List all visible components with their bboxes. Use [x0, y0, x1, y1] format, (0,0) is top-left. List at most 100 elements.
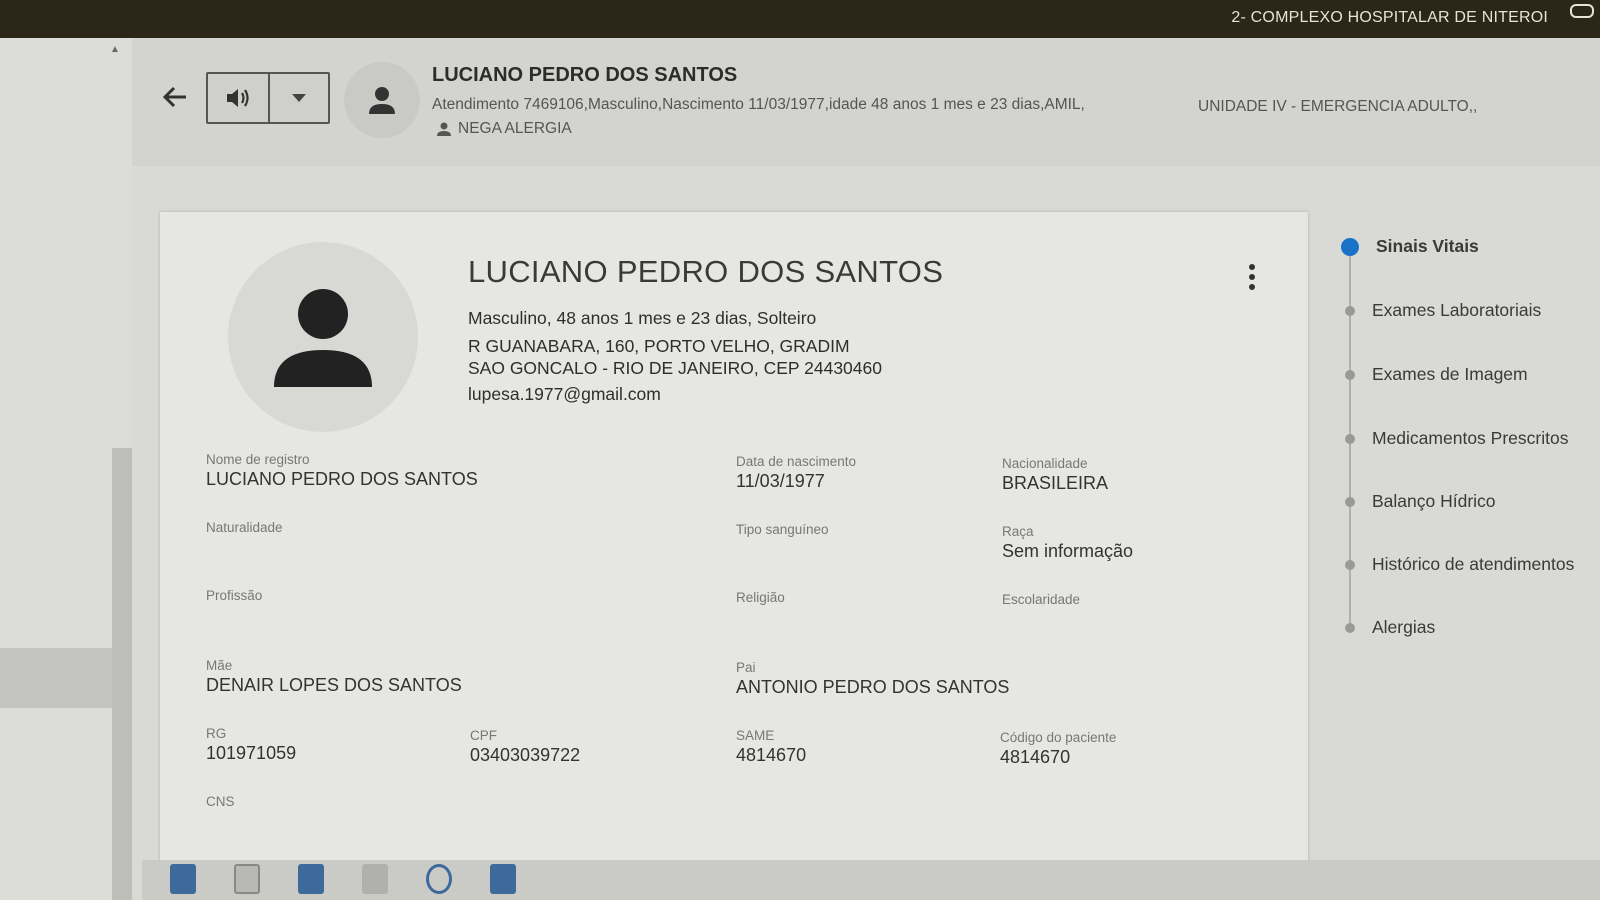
field-cns: CNS — [206, 794, 235, 811]
field-label: CPF — [470, 728, 497, 743]
copy-icon[interactable] — [298, 864, 324, 894]
field-profissao: Profissão — [206, 588, 262, 605]
timeline-dot — [1345, 622, 1355, 633]
field-religiao: Religião — [736, 590, 785, 607]
arrow-left-icon — [162, 86, 186, 108]
save-icon[interactable] — [234, 864, 260, 894]
header-patient-name: LUCIANO PEDRO DOS SANTOS — [432, 64, 738, 86]
timeline-label: Exames de Imagem — [1372, 364, 1528, 384]
field-nome-registro: Nome de registro LUCIANO PEDRO DOS SANTO… — [206, 452, 478, 490]
field-value: ANTONIO PEDRO DOS SANTOS — [736, 677, 1010, 697]
field-label: Raça — [1002, 524, 1034, 539]
timeline-item-historico[interactable]: Histórico de atendimentos — [1340, 554, 1574, 575]
allergy-status: NEGA ALERGIA — [436, 120, 572, 138]
patient-name: LUCIANO PEDRO DOS SANTOS — [468, 254, 944, 289]
print-icon[interactable] — [490, 864, 516, 894]
field-label: Data de nascimento — [736, 454, 857, 469]
kebab-menu-icon — [1249, 264, 1255, 270]
field-label: Religião — [736, 590, 785, 605]
field-nacionalidade: Nacionalidade BRASILEIRA — [1002, 456, 1108, 494]
scroll-up-arrow-icon[interactable]: ▲ — [110, 44, 120, 55]
patient-header: LUCIANO PEDRO DOS SANTOS Atendimento 746… — [132, 38, 1600, 166]
timeline-item-exames-laboratoriais[interactable]: Exames Laboratoriais — [1340, 300, 1541, 321]
patient-summary: Masculino, 48 anos 1 mes e 23 dias, Solt… — [468, 308, 817, 328]
field-label: Pai — [736, 660, 756, 675]
field-label: Nacionalidade — [1002, 456, 1088, 471]
field-value: 4814670 — [1000, 747, 1071, 767]
patient-avatar — [228, 242, 418, 432]
left-panel-selected-row[interactable] — [0, 648, 112, 708]
speaker-icon — [227, 89, 249, 107]
person-icon — [274, 289, 372, 387]
field-value: BRASILEIRA — [1002, 473, 1109, 493]
patient-card: LUCIANO PEDRO DOS SANTOS Masculino, 48 a… — [160, 212, 1308, 900]
field-value: 4814670 — [736, 745, 807, 765]
left-panel: ▲ — [0, 38, 132, 900]
hospital-name: 2- COMPLEXO HOSPITALAR DE NITEROI — [1231, 9, 1548, 26]
timeline-item-exames-imagem[interactable]: Exames de Imagem — [1340, 364, 1528, 385]
field-value: LUCIANO PEDRO DOS SANTOS — [206, 469, 478, 489]
field-label: Escolaridade — [1002, 592, 1081, 607]
timeline-item-medicamentos[interactable]: Medicamentos Prescritos — [1340, 428, 1568, 449]
timeline-item-sinais-vitais[interactable]: Sinais Vitais — [1340, 236, 1479, 257]
field-value: 03403039722 — [470, 745, 581, 765]
timeline-dot — [1345, 433, 1355, 444]
link-icon[interactable] — [1570, 4, 1594, 18]
field-label: Código do paciente — [1000, 730, 1117, 745]
scrollbar[interactable] — [112, 448, 132, 900]
timeline-item-balanco-hidrico[interactable]: Balanço Hídrico — [1340, 491, 1496, 512]
field-label: RG — [206, 726, 227, 741]
back-button[interactable] — [160, 82, 190, 112]
field-data-nascimento: Data de nascimento 11/03/1977 — [736, 454, 856, 492]
field-label: SAME — [736, 728, 775, 743]
timeline-label: Medicamentos Prescritos — [1372, 428, 1569, 448]
field-label: Naturalidade — [206, 520, 283, 535]
block-icon[interactable] — [426, 864, 452, 894]
audio-button-group — [206, 72, 330, 124]
field-label: Tipo sanguíneo — [736, 522, 829, 537]
speaker-button[interactable] — [208, 74, 268, 122]
field-raca: Raça Sem informação — [1002, 524, 1133, 562]
field-rg: RG 101971059 — [206, 726, 296, 764]
bookmark-icon[interactable] — [170, 864, 196, 894]
address-line-2: SAO GONCALO - RIO DE JANEIRO, CEP 244304… — [468, 358, 882, 378]
header-attendance-info: Atendimento 7469106,Masculino,Nascimento… — [432, 96, 1085, 113]
field-value: 101971059 — [206, 743, 297, 763]
header-avatar — [344, 62, 420, 138]
timeline-label: Sinais Vitais — [1376, 236, 1479, 256]
field-label: Mãe — [206, 658, 233, 673]
person-icon — [369, 87, 395, 114]
field-escolaridade: Escolaridade — [1002, 592, 1080, 609]
timeline-dot — [1345, 369, 1355, 380]
field-label: Profissão — [206, 588, 263, 603]
allergy-label: NEGA ALERGIA — [458, 120, 572, 137]
field-codigo-paciente: Código do paciente 4814670 — [1000, 730, 1116, 768]
field-mae: Mãe DENAIR LOPES DOS SANTOS — [206, 658, 462, 696]
field-label: CNS — [206, 794, 235, 809]
timeline-dot — [1345, 305, 1355, 316]
field-same: SAME 4814670 — [736, 728, 806, 766]
field-value: Sem informação — [1002, 541, 1134, 561]
timeline-dot — [1345, 496, 1355, 507]
timeline-label: Exames Laboratoriais — [1372, 300, 1542, 320]
field-label: Nome de registro — [206, 452, 310, 467]
header-unit: UNIDADE IV - EMERGENCIA ADULTO,, — [1198, 98, 1478, 115]
timeline-label: Alergias — [1372, 617, 1436, 637]
caret-down-icon — [292, 94, 306, 102]
document-icon[interactable] — [362, 864, 388, 894]
timeline-label: Histórico de atendimentos — [1372, 554, 1575, 574]
speaker-dropdown-button[interactable] — [268, 74, 328, 122]
timeline-dot — [1345, 559, 1355, 570]
more-options-button[interactable] — [1244, 262, 1260, 296]
person-small-icon — [437, 122, 451, 136]
patient-email: lupesa.1977@gmail.com — [468, 384, 661, 404]
top-bar: 2- COMPLEXO HOSPITALAR DE NITEROI — [0, 0, 1600, 38]
timeline-label: Balanço Hídrico — [1372, 491, 1496, 511]
field-cpf: CPF 03403039722 — [470, 728, 580, 766]
timeline-dot — [1341, 237, 1359, 256]
section-timeline: Sinais Vitais Exames Laboratoriais Exame… — [1340, 230, 1600, 650]
timeline-item-alergias[interactable]: Alergias — [1340, 617, 1435, 638]
bottom-toolbar — [142, 860, 1600, 900]
field-value: DENAIR LOPES DOS SANTOS — [206, 675, 462, 695]
field-value: 11/03/1977 — [736, 471, 825, 491]
